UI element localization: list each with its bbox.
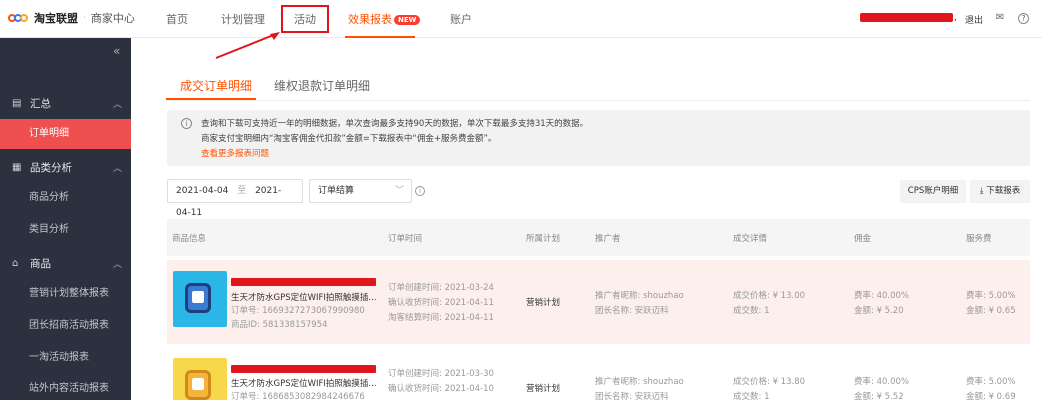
chevron-up-icon: ︿	[112, 164, 122, 174]
logout-link[interactable]: 退出	[965, 13, 983, 26]
commission-amount: 金额: ¥ 5.20	[854, 306, 904, 316]
help-icon[interactable]: ?	[1018, 13, 1029, 24]
collapse-sidebar-button[interactable]: «	[113, 44, 120, 58]
logo-text: 淘宝联盟	[34, 12, 78, 25]
deal-count: 成交数: 1	[733, 392, 770, 400]
nav-effect-report-label: 效果报表	[348, 13, 392, 26]
product-thumbnail[interactable]	[173, 358, 227, 400]
service-fee-amount: 金额: ¥ 0.69	[966, 392, 1016, 400]
col-service-fee: 服务费	[966, 234, 992, 244]
sidebar-item-marketing-plan-report[interactable]: 营销计划整体报表	[0, 279, 131, 309]
plan-name: 营销计划	[526, 384, 561, 394]
deal-count: 成交数: 1	[733, 306, 770, 316]
logo-mark-icon	[8, 11, 30, 25]
cps-account-detail-button[interactable]: CPS账户明细	[900, 180, 966, 203]
col-order-time: 订单时间	[388, 234, 423, 244]
username-suffix: ,	[954, 13, 957, 23]
logo-separator: ·	[83, 13, 86, 23]
sidebar-item-order-detail[interactable]: 订单明细	[0, 119, 131, 149]
info-icon[interactable]: i	[415, 186, 425, 196]
select-value: 订单结算	[318, 186, 355, 196]
date-start: 2021-04-04	[176, 186, 229, 196]
col-product-info: 商品信息	[172, 234, 207, 244]
bag-icon: ⌂	[12, 257, 19, 269]
order-settled-time: 淘客结算时间: 2021-04-11	[388, 313, 494, 323]
brand-logo[interactable]: 淘宝联盟 · 商家中心	[8, 10, 135, 26]
notice-line-1: 查询和下载可支持近一年的明细数据，单次查询最多支持90天的数据，单次下载最多支持…	[201, 119, 589, 129]
download-report-button[interactable]: ⤓ 下载报表	[970, 180, 1030, 203]
order-created-time: 订单创建时间: 2021-03-24	[388, 283, 494, 293]
plan-name: 营销计划	[526, 298, 561, 308]
product-id: 商品ID: 581338157954	[231, 320, 328, 330]
product-thumbnail[interactable]	[173, 271, 227, 327]
sidebar-group-product[interactable]: ⌂ 商品 ︿	[0, 248, 131, 278]
commission-amount: 金额: ¥ 5.52	[854, 392, 904, 400]
promoter-nickname: 推广者昵称: shouzhao	[595, 291, 684, 301]
order-number: 订单号: 1686853082984246676	[231, 392, 365, 400]
nav-account[interactable]: 账户	[450, 11, 472, 27]
notice-more-link[interactable]: 查看更多报表问题	[201, 147, 269, 159]
promoter-nickname: 推广者昵称: shouzhao	[595, 377, 684, 387]
settlement-type-select[interactable]: 订单结算 ﹀	[309, 179, 412, 203]
sidebar-item-product-analysis[interactable]: 商品分析	[0, 183, 131, 213]
order-number: 订单号: 1669327273067990980	[231, 306, 365, 316]
download-label: 下载报表	[986, 186, 1021, 196]
commission-rate: 费率: 40.00%	[854, 377, 909, 387]
notice-box: i 查询和下载可支持近一年的明细数据，单次查询最多支持90天的数据，单次下载最多…	[167, 110, 1030, 166]
sidebar-group-label: 品类分析	[30, 161, 72, 174]
sidebar-group-summary[interactable]: ▤ 汇总 ︿	[0, 88, 131, 118]
sidebar-item-leader-campaign-report[interactable]: 团长招商活动报表	[0, 311, 131, 341]
commission-rate: 费率: 40.00%	[854, 291, 909, 301]
tab-divider	[166, 100, 1030, 101]
redacted-username	[860, 13, 953, 22]
mail-icon[interactable]: ✉	[993, 11, 1007, 25]
col-plan: 所属计划	[526, 234, 561, 244]
clipboard-icon: ▤	[12, 97, 22, 109]
tab-deal-orders[interactable]: 成交订单明细	[180, 77, 252, 94]
sidebar-item-etao-report[interactable]: 一淘活动报表	[0, 343, 131, 373]
nav-home[interactable]: 首页	[166, 11, 188, 27]
redacted-product-title	[231, 278, 376, 286]
col-promoter: 推广者	[595, 234, 621, 244]
deal-price: 成交价格: ¥ 13.80	[733, 377, 806, 387]
sidebar-item-category-analysis[interactable]: 类目分析	[0, 215, 131, 245]
product-title[interactable]: 生天才防水GPS定位WIFI拍照触摸插...	[231, 377, 377, 389]
chevron-up-icon: ︿	[112, 260, 122, 270]
sidebar-group-label: 商品	[30, 257, 51, 270]
service-fee-rate: 费率: 5.00%	[966, 377, 1016, 387]
leader-name: 团长名称: 安跃迈科	[595, 306, 669, 316]
new-badge: NEW	[394, 15, 421, 25]
redacted-product-title	[231, 365, 376, 373]
chevron-up-icon: ︿	[112, 100, 122, 110]
top-nav: 淘宝联盟 · 商家中心 首页 计划管理 活动 效果报表 NEW 账户 , 退出 ✉…	[0, 0, 1042, 38]
date-range-picker[interactable]: 2021-04-04 至 2021-04-11	[167, 179, 303, 218]
product-title[interactable]: 生天才防水GPS定位WIFI拍照触摸插...	[231, 291, 377, 303]
nav-active-underline	[345, 36, 415, 38]
sidebar: « ▤ 汇总 ︿ 订单明细 ▦ 品类分析 ︿ 商品分析 类目分析 ⌂ 商品 ︿ …	[0, 38, 131, 400]
order-confirmed-time: 确认收货时间: 2021-04-10	[388, 384, 494, 394]
logo-subtitle: 商家中心	[90, 12, 135, 25]
tab-refund-orders[interactable]: 维权退款订单明细	[274, 77, 370, 94]
deal-price: 成交价格: ¥ 13.00	[733, 291, 806, 301]
service-fee-rate: 费率: 5.00%	[966, 291, 1016, 301]
sidebar-group-label: 汇总	[30, 97, 51, 110]
col-deal-detail: 成交详情	[733, 234, 768, 244]
nav-plan-management[interactable]: 计划管理	[221, 11, 265, 27]
col-commission: 佣金	[854, 234, 872, 244]
sidebar-item-offsite-content-report[interactable]: 站外内容活动报表	[0, 374, 131, 400]
nav-effect-report[interactable]: 效果报表 NEW	[348, 11, 421, 27]
order-confirmed-time: 确认收货时间: 2021-04-11	[388, 298, 494, 308]
info-icon: i	[181, 118, 192, 129]
order-created-time: 订单创建时间: 2021-03-30	[388, 369, 494, 379]
notice-line-2: 商家支付宝明细内“淘宝客佣金代扣款”金额=下载报表中“佣金+服务费金额”。	[201, 134, 497, 144]
leader-name: 团长名称: 安跃迈科	[595, 392, 669, 400]
chevron-down-icon: ﹀	[394, 186, 404, 196]
service-fee-amount: 金额: ¥ 0.65	[966, 306, 1016, 316]
sidebar-group-category[interactable]: ▦ 品类分析 ︿	[0, 152, 131, 182]
annotation-arrow	[215, 32, 280, 59]
date-separator: 至	[237, 186, 247, 196]
grid-icon: ▦	[12, 161, 22, 173]
